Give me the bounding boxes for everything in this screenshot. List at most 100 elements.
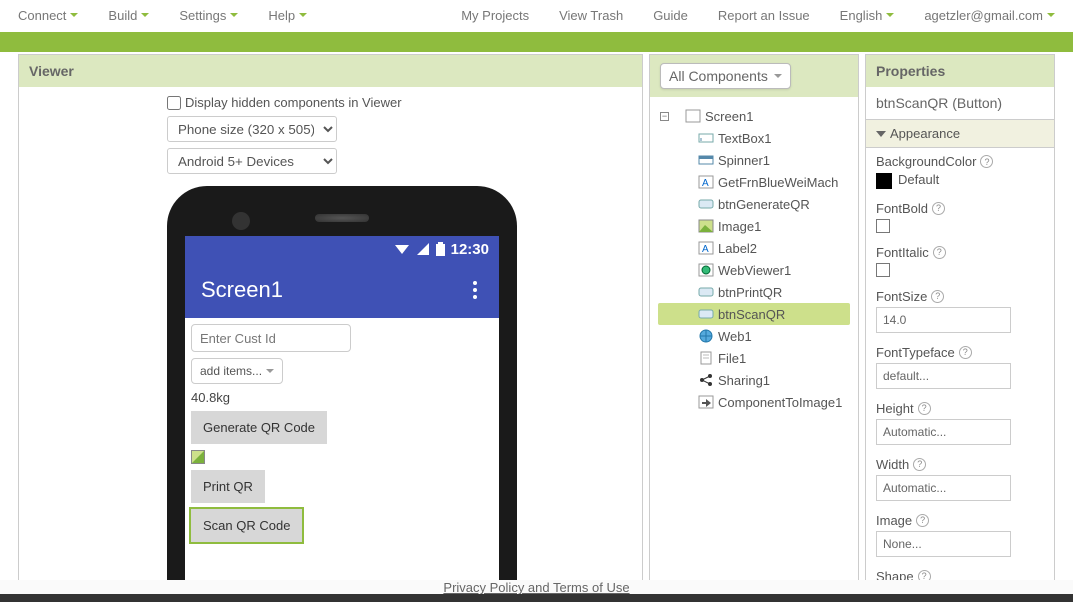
phone-content: Enter Cust Id add items... 40.8kg Genera… — [185, 318, 499, 593]
collapse-icon[interactable]: − — [660, 112, 669, 121]
help-icon[interactable]: ? — [932, 202, 945, 215]
device-select[interactable]: Android 5+ Devices — [167, 148, 337, 174]
tree-item-btngenerateqr[interactable]: btnGenerateQR — [658, 193, 850, 215]
fonttypeface-input[interactable] — [876, 363, 1011, 389]
width-input[interactable] — [876, 475, 1011, 501]
caret-icon — [70, 13, 78, 17]
help-icon[interactable]: ? — [980, 155, 993, 168]
signal-icon — [416, 242, 430, 256]
tree-item-textbox1[interactable]: TextBox1 — [658, 127, 850, 149]
tree-item-btnscanqr[interactable]: btnScanQR — [658, 303, 850, 325]
privacy-terms-link[interactable]: Privacy Policy and Terms of Use — [443, 580, 629, 595]
fontsize-input[interactable] — [876, 307, 1011, 333]
prop-height: Height? — [866, 395, 1054, 451]
hidden-components-checkbox[interactable] — [167, 96, 181, 110]
tree-item-image1[interactable]: Image1 — [658, 215, 850, 237]
btn-scan-qr-preview[interactable]: Scan QR Code — [191, 509, 302, 542]
svg-text:A: A — [702, 178, 709, 189]
tree-root-screen1[interactable]: − Screen1 — [658, 105, 850, 127]
help-icon[interactable]: ? — [933, 246, 946, 259]
prop-backgroundcolor: BackgroundColor? Default — [866, 148, 1054, 195]
help-icon[interactable]: ? — [931, 290, 944, 303]
tree-item-label: btnGenerateQR — [718, 197, 810, 212]
all-components-dropdown[interactable]: All Components — [660, 63, 791, 89]
screen-title: Screen1 — [201, 277, 283, 303]
image-input[interactable] — [876, 531, 1011, 557]
menu-build[interactable]: Build — [108, 8, 149, 23]
main-area: Viewer Display hidden components in View… — [0, 54, 1073, 594]
tree-item-label: File1 — [718, 351, 746, 366]
phone-time: 12:30 — [451, 241, 489, 258]
tree-item-label: GetFrnBlueWeiMach — [718, 175, 838, 190]
phone-frame: 12:30 Screen1 Enter Cust Id add items... — [167, 186, 517, 593]
spinner1-preview[interactable]: add items... — [191, 358, 283, 384]
help-icon[interactable]: ? — [913, 458, 926, 471]
help-icon[interactable]: ? — [918, 402, 931, 415]
fontbold-checkbox[interactable] — [876, 219, 890, 233]
svg-text:A: A — [702, 244, 709, 255]
chevron-down-icon — [266, 369, 274, 373]
menu-settings[interactable]: Settings — [179, 8, 238, 23]
tree-item-btnprintqr[interactable]: btnPrintQR — [658, 281, 850, 303]
button-icon — [698, 284, 714, 300]
spinner-icon — [698, 152, 714, 168]
overflow-icon[interactable] — [467, 275, 483, 305]
link-viewtrash[interactable]: View Trash — [559, 8, 623, 23]
menu-help[interactable]: Help — [268, 8, 307, 23]
caret-icon — [1047, 13, 1055, 17]
phone-size-select[interactable]: Phone size (320 x 505) — [167, 116, 337, 142]
appearance-section[interactable]: Appearance — [866, 119, 1054, 148]
phone-appbar: Screen1 — [185, 262, 499, 318]
menu-language[interactable]: English — [840, 8, 895, 23]
properties-panel: Properties btnScanQR (Button) Appearance… — [865, 54, 1055, 594]
link-report-issue[interactable]: Report an Issue — [718, 8, 810, 23]
share-icon — [698, 372, 714, 388]
viewer-controls: Display hidden components in Viewer Phon… — [27, 95, 634, 174]
viewer-panel: Viewer Display hidden components in View… — [18, 54, 643, 594]
menu-account[interactable]: agetzler@gmail.com — [924, 8, 1055, 23]
tree-item-sharing1[interactable]: Sharing1 — [658, 369, 850, 391]
hidden-components-check[interactable]: Display hidden components in Viewer — [167, 95, 402, 110]
image1-preview[interactable] — [191, 450, 205, 464]
tree-item-componenttoimage1[interactable]: ComponentToImage1 — [658, 391, 850, 413]
help-icon[interactable]: ? — [959, 346, 972, 359]
components-tree: − Screen1 TextBox1 Spinner1 A GetFrnBlueWei… — [650, 97, 858, 593]
top-menu-right: My Projects View Trash Guide Report an I… — [461, 8, 1055, 23]
wifi-icon — [394, 242, 410, 256]
tree-item-label: Sharing1 — [718, 373, 770, 388]
btn-generate-qr-preview[interactable]: Generate QR Code — [191, 411, 327, 444]
height-input[interactable] — [876, 419, 1011, 445]
backgroundcolor-value[interactable]: Default — [876, 172, 1044, 189]
screen-icon — [685, 108, 701, 124]
caret-icon — [774, 74, 782, 78]
link-myprojects[interactable]: My Projects — [461, 8, 529, 23]
btn-print-qr-preview[interactable]: Print QR — [191, 470, 265, 503]
properties-header: Properties — [866, 55, 1054, 87]
tree-item-webviewer1[interactable]: WebViewer1 — [658, 259, 850, 281]
tree-item-web1[interactable]: Web1 — [658, 325, 850, 347]
tree-item-label2[interactable]: A Label2 — [658, 237, 850, 259]
help-icon[interactable]: ? — [916, 514, 929, 527]
selected-component-name: btnScanQR (Button) — [866, 87, 1054, 119]
file-icon — [698, 350, 714, 366]
tree-item-getfrnblueweimach[interactable]: A GetFrnBlueWeiMach — [658, 171, 850, 193]
link-guide[interactable]: Guide — [653, 8, 688, 23]
prop-width: Width? — [866, 451, 1054, 507]
top-menu-left: Connect Build Settings Help — [18, 8, 307, 23]
weight-label-preview: 40.8kg — [191, 390, 230, 405]
caret-icon — [141, 13, 149, 17]
caret-icon — [230, 13, 238, 17]
prop-image: Image? — [866, 507, 1054, 563]
textbox1-preview[interactable]: Enter Cust Id — [191, 324, 351, 352]
tree-item-label: TextBox1 — [718, 131, 771, 146]
menu-connect[interactable]: Connect — [18, 8, 78, 23]
tree-item-file1[interactable]: File1 — [658, 347, 850, 369]
tree-item-spinner1[interactable]: Spinner1 — [658, 149, 850, 171]
fontitalic-checkbox[interactable] — [876, 263, 890, 277]
label-icon: A — [698, 240, 714, 256]
textbox-icon — [698, 130, 714, 146]
phone-speaker — [315, 214, 369, 222]
caret-icon — [299, 13, 307, 17]
prop-fontitalic: FontItalic? — [866, 239, 1054, 283]
tree-item-label: Label2 — [718, 241, 757, 256]
